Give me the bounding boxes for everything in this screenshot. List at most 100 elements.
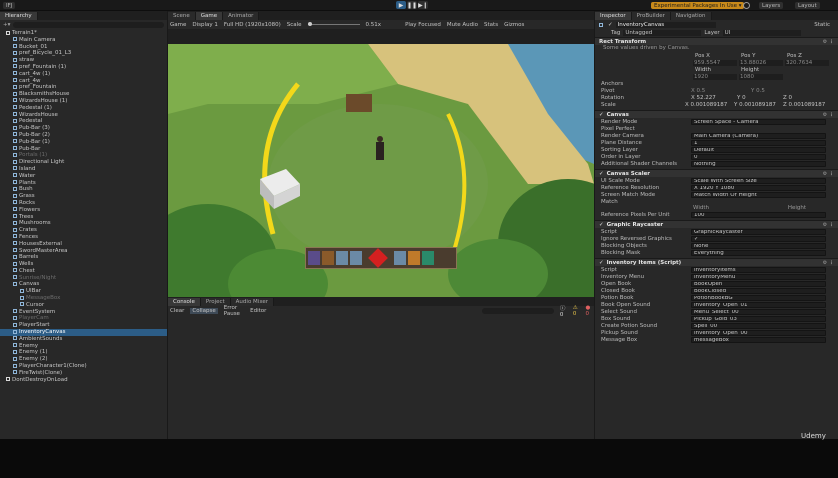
hierarchy-item[interactable]: EventSystem	[0, 309, 167, 316]
scaler-enable-checkbox[interactable]: ✓	[599, 171, 604, 177]
editor-dropdown[interactable]: Editor	[250, 308, 266, 314]
hotbar-slot-icon[interactable]	[350, 251, 362, 265]
inventory-enable-checkbox[interactable]: ✓	[599, 260, 604, 266]
property-value-field[interactable]: PotionBookBG	[691, 294, 826, 301]
canvas-scaler-header[interactable]: ✓ Canvas Scaler ⚙ ⋮	[595, 169, 838, 177]
hierarchy-item[interactable]: Enemy	[0, 343, 167, 350]
pivot-y-field[interactable]: Y 0.5	[751, 88, 765, 94]
property-value-field[interactable]	[691, 126, 826, 132]
hierarchy-item[interactable]: Flowers	[0, 207, 167, 214]
raycaster-enable-checkbox[interactable]: ✓	[599, 222, 604, 228]
hierarchy-item[interactable]: Bucket_01	[0, 44, 167, 51]
property-value-field[interactable]: Default	[691, 146, 826, 153]
property-value-field[interactable]: Everything	[691, 249, 826, 256]
hierarchy-item[interactable]: FireTwist(Clone)	[0, 370, 167, 377]
tab-navigation[interactable]: Navigation	[670, 12, 712, 20]
rotation-z-field[interactable]: Z 0	[783, 95, 792, 101]
static-dropdown[interactable]: Static	[814, 22, 830, 28]
hierarchy-item[interactable]: cart_4w (1)	[0, 71, 167, 78]
hierarchy-item[interactable]: WizardsHouse	[0, 112, 167, 119]
property-value-field[interactable]: ✓	[691, 235, 826, 242]
game-viewport[interactable]	[168, 44, 594, 297]
hierarchy-item[interactable]: Directional Light	[0, 159, 167, 166]
hierarchy-item[interactable]: cart_4w	[0, 78, 167, 85]
hierarchy-item[interactable]: Pub-Bar (3)	[0, 125, 167, 132]
property-value-field[interactable]: 0	[691, 153, 826, 160]
property-value-field[interactable]: X 1920 Y 1080	[691, 184, 826, 191]
hierarchy-item[interactable]: Mushrooms	[0, 220, 167, 227]
inventory-hotbar[interactable]	[305, 247, 457, 269]
tab-animator[interactable]: Animator	[223, 12, 260, 20]
resolution-dropdown[interactable]: Full HD (1920x1080)	[224, 22, 281, 28]
display-number-dropdown[interactable]: Display 1	[192, 22, 218, 28]
active-checkbox[interactable]: ✓	[608, 22, 613, 28]
tag-dropdown[interactable]: Untagged	[623, 30, 702, 36]
error-pause-button[interactable]: Error Pause	[224, 305, 244, 317]
warning-count[interactable]: ⚠ 0	[573, 305, 580, 317]
hierarchy-item[interactable]: MessageBox	[0, 295, 167, 302]
hierarchy-item[interactable]: Trees	[0, 214, 167, 221]
hotbar-slot-icon[interactable]	[408, 251, 420, 265]
hierarchy-item[interactable]: HousesExternal	[0, 241, 167, 248]
hotbar-slot-icon[interactable]	[322, 251, 334, 265]
play-button[interactable]: ▶	[396, 1, 406, 9]
tab-inspector[interactable]: Inspector	[595, 12, 632, 20]
gear-icon[interactable]: ⚙ ⋮	[823, 171, 834, 177]
property-value-field[interactable]: 1	[691, 139, 826, 146]
experimental-packages-badge[interactable]: Experimental Packages In Use ▾	[651, 2, 745, 9]
hierarchy-item[interactable]: InventoryCanvas	[0, 329, 167, 336]
hierarchy-item[interactable]: Crates	[0, 227, 167, 234]
hierarchy-item[interactable]: Pub-Bar (2)	[0, 132, 167, 139]
layer-dropdown[interactable]: UI	[722, 30, 801, 36]
property-value-field[interactable]: 100	[691, 211, 826, 218]
layout-dropdown[interactable]: Layout	[795, 2, 820, 9]
anchors-row[interactable]: Anchors	[595, 80, 838, 87]
property-value-field[interactable]: Inventory_Open_00	[691, 329, 826, 336]
object-name-field[interactable]: InventoryCanvas	[615, 21, 716, 28]
game-display-dropdown[interactable]: Game	[170, 22, 186, 28]
property-value-field[interactable]: Nothing	[691, 160, 826, 167]
gear-icon[interactable]: ⚙ ⋮	[823, 222, 834, 228]
rotation-x-field[interactable]: X 52.227	[691, 95, 737, 101]
property-value-field[interactable]: BookClosed	[691, 287, 826, 294]
hierarchy-item[interactable]: AmbientSounds	[0, 336, 167, 343]
hierarchy-item[interactable]: Water	[0, 173, 167, 180]
property-value-field[interactable]: Screen Space - Camera	[691, 118, 826, 125]
hierarchy-item[interactable]: WizardsHouse (1)	[0, 98, 167, 105]
tab-console[interactable]: Console	[168, 298, 201, 306]
collapse-button[interactable]: Collapse	[190, 307, 218, 314]
search-icon[interactable]	[743, 2, 750, 9]
hierarchy-item[interactable]: Sunrise/Night	[0, 275, 167, 282]
gear-icon[interactable]: ⚙ ⋮	[823, 39, 834, 45]
hotbar-slot-icon[interactable]	[422, 251, 434, 265]
property-value-field[interactable]: None	[691, 242, 826, 249]
property-value-field[interactable]: BookOpen	[691, 280, 826, 287]
step-button[interactable]: ▶❙	[418, 1, 428, 9]
hierarchy-item[interactable]: DontDestroyOnLoad	[0, 377, 167, 384]
pos-x-field[interactable]: 959.5547	[693, 59, 737, 66]
property-value-field[interactable]: Scale With Screen Size	[691, 177, 826, 184]
hierarchy-search-input[interactable]	[13, 21, 164, 28]
hierarchy-item[interactable]: pref_Fountain (1)	[0, 64, 167, 71]
tab-game[interactable]: Game	[195, 12, 224, 20]
property-value-field[interactable]	[691, 199, 826, 205]
hierarchy-item[interactable]: pref_Bicycle_01_L3	[0, 50, 167, 57]
hierarchy-item[interactable]: Terrain1*	[0, 30, 167, 37]
hierarchy-item[interactable]: Pub-Bar	[0, 146, 167, 153]
hierarchy-item[interactable]: pref_Fountain	[0, 84, 167, 91]
error-count[interactable]: ● 0	[585, 305, 592, 317]
hierarchy-item[interactable]: straw	[0, 57, 167, 64]
hierarchy-item[interactable]: PlayerCam	[0, 315, 167, 322]
pos-z-field[interactable]: 320.7634	[785, 59, 829, 66]
property-value-field[interactable]: Spell_00	[691, 322, 826, 329]
property-value-field[interactable]: InventoryItems	[691, 266, 826, 273]
rotation-y-field[interactable]: Y 0	[737, 95, 783, 101]
property-value-field[interactable]: Main Camera (Camera)	[691, 132, 826, 139]
property-value-field[interactable]: InventoryMenu	[691, 273, 826, 280]
scale-z-field[interactable]: Z 0.001089187	[783, 102, 825, 108]
stats-toggle[interactable]: Stats	[484, 22, 498, 28]
hierarchy-item[interactable]: Main Camera	[0, 37, 167, 44]
property-value-field[interactable]: Pickup_Gold_03	[691, 315, 826, 322]
tab-scene[interactable]: Scene	[168, 12, 196, 20]
hierarchy-item[interactable]: Plants	[0, 180, 167, 187]
